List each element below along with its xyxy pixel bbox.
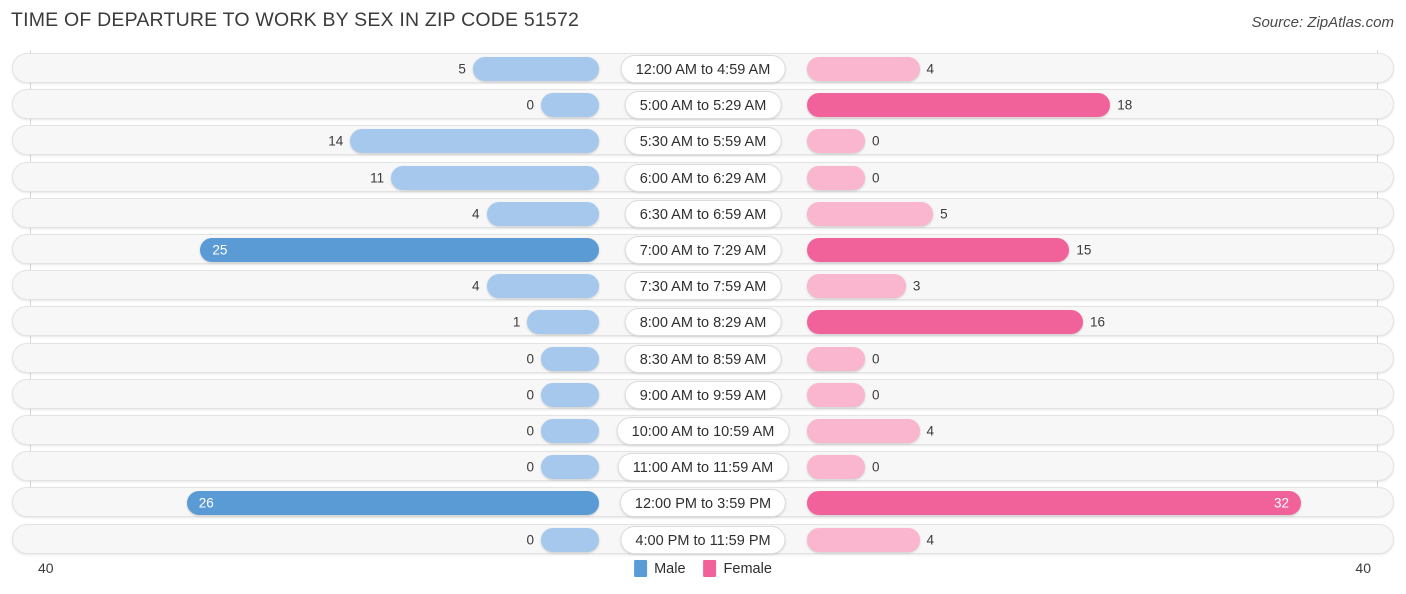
bar-male[interactable]: 11 xyxy=(370,165,599,190)
bar-value-male: 0 xyxy=(526,423,534,439)
bar-value-male: 4 xyxy=(471,206,480,222)
table-row[interactable]: 1 16 8:00 AM to 8:29 AM xyxy=(12,306,1394,337)
legend-label: Female xyxy=(723,560,772,577)
bar-value-female: 0 xyxy=(872,170,880,186)
bar-female[interactable]: 0 xyxy=(807,346,880,371)
bar-value-female: 0 xyxy=(872,133,880,149)
page-title: TIME OF DEPARTURE TO WORK BY SEX IN ZIP … xyxy=(11,9,580,31)
bar-male[interactable]: 0 xyxy=(526,419,599,443)
bar-value-female: 5 xyxy=(940,206,948,222)
bar-value-male: 0 xyxy=(526,351,534,367)
bar-value-male: 5 xyxy=(458,61,466,77)
bar-male[interactable]: 1 xyxy=(513,310,599,335)
bar-value-male: 14 xyxy=(328,133,344,149)
bar-value-female: 4 xyxy=(926,61,935,77)
bar-value-female: 16 xyxy=(1090,314,1106,330)
category-label: 6:00 AM to 6:29 AM xyxy=(624,163,782,192)
table-row[interactable]: 5 4 12:00 AM to 4:59 AM xyxy=(12,53,1394,83)
bar-value-male: 0 xyxy=(526,387,534,403)
bar-value-female: 0 xyxy=(872,387,880,403)
category-label: 7:00 AM to 7:29 AM xyxy=(624,236,782,264)
table-row[interactable]: 0 4 10:00 AM to 10:59 AM xyxy=(12,415,1394,445)
bar-value-male: 26 xyxy=(198,495,214,511)
axis-label-right: 40 xyxy=(1355,560,1371,576)
category-label: 10:00 AM to 10:59 AM xyxy=(616,417,790,445)
bar-value-male: 4 xyxy=(471,278,480,294)
table-row[interactable]: 0 4 4:00 PM to 11:59 PM xyxy=(12,523,1394,554)
table-row[interactable]: 11 0 6:00 AM to 6:29 AM xyxy=(12,161,1394,192)
bar-value-male: 1 xyxy=(512,314,521,330)
bar-female[interactable]: 0 xyxy=(807,455,880,480)
chart-root: TIME OF DEPARTURE TO WORK BY SEX IN ZIP … xyxy=(0,0,1406,594)
bar-female[interactable]: 4 xyxy=(807,419,934,443)
table-row[interactable]: 4 3 7:30 AM to 7:59 AM xyxy=(12,270,1394,301)
bar-value-female: 4 xyxy=(926,423,935,439)
bar-male[interactable]: 14 xyxy=(328,129,599,154)
bar-value-male: 11 xyxy=(370,170,385,186)
table-row[interactable]: 0 0 8:30 AM to 8:59 AM xyxy=(12,342,1394,373)
bar-male[interactable]: 25 xyxy=(200,238,599,262)
bar-female[interactable]: 0 xyxy=(807,165,880,190)
bar-male[interactable]: 0 xyxy=(526,346,599,371)
source-attribution: Source: ZipAtlas.com xyxy=(1251,14,1394,31)
legend-swatch-icon xyxy=(703,560,717,577)
bar-female[interactable]: 16 xyxy=(807,310,1105,335)
bar-value-female: 0 xyxy=(872,459,880,475)
bar-male[interactable]: 4 xyxy=(472,274,599,299)
bar-value-female: 32 xyxy=(1273,495,1289,511)
category-label: 8:00 AM to 8:29 AM xyxy=(624,308,782,337)
category-label: 11:00 AM to 11:59 AM xyxy=(617,453,789,482)
category-label: 8:30 AM to 8:59 AM xyxy=(624,344,782,373)
table-row[interactable]: 0 0 9:00 AM to 9:59 AM xyxy=(12,378,1394,409)
bar-value-female: 3 xyxy=(912,278,921,294)
bar-female[interactable]: 4 xyxy=(807,527,934,552)
bar-value-male: 25 xyxy=(212,242,228,258)
bar-male[interactable]: 5 xyxy=(458,57,599,81)
category-label: 9:00 AM to 9:59 AM xyxy=(624,380,782,409)
bar-female[interactable]: 18 xyxy=(807,93,1132,118)
legend-label: Male xyxy=(654,560,686,577)
category-label: 7:30 AM to 7:59 AM xyxy=(624,272,782,301)
category-label: 5:30 AM to 5:59 AM xyxy=(624,127,782,156)
bar-value-male: 0 xyxy=(526,97,534,113)
bar-value-female: 0 xyxy=(872,351,880,367)
legend-item-female[interactable]: Female xyxy=(703,560,772,577)
table-row[interactable]: 4 5 6:30 AM to 6:59 AM xyxy=(12,197,1394,228)
bar-male[interactable]: 0 xyxy=(526,527,599,552)
table-row[interactable]: 26 32 12:00 PM to 3:59 PM xyxy=(12,487,1394,518)
bar-female[interactable]: 5 xyxy=(807,201,948,226)
bar-value-male: 0 xyxy=(526,532,534,548)
axis-label-left: 40 xyxy=(38,560,54,576)
chart-legend: Male Female xyxy=(634,560,772,577)
category-label: 4:00 PM to 11:59 PM xyxy=(620,525,786,554)
bar-male[interactable]: 0 xyxy=(526,93,599,118)
bar-male[interactable]: 26 xyxy=(186,491,599,516)
bar-female[interactable]: 15 xyxy=(807,238,1091,262)
table-row[interactable]: 25 15 7:00 AM to 7:29 AM xyxy=(12,234,1394,264)
plot-area: 5 4 12:00 AM to 4:59 AM 0 18 5:00 AM to 5:29 … xyxy=(0,50,1406,558)
category-label: 5:00 AM to 5:29 AM xyxy=(624,91,782,120)
table-row[interactable]: 0 18 5:00 AM to 5:29 AM xyxy=(12,89,1394,120)
category-label: 12:00 PM to 3:59 PM xyxy=(619,489,787,518)
bar-female[interactable]: 3 xyxy=(807,274,920,299)
category-label: 6:30 AM to 6:59 AM xyxy=(624,199,782,228)
bar-female[interactable]: 0 xyxy=(807,382,880,407)
legend-item-male[interactable]: Male xyxy=(634,560,686,577)
bar-female[interactable]: 4 xyxy=(807,57,934,81)
bar-value-female: 15 xyxy=(1076,242,1092,258)
legend-swatch-icon xyxy=(634,560,648,577)
table-row[interactable]: 0 0 11:00 AM to 11:59 AM xyxy=(12,451,1394,482)
table-row[interactable]: 14 0 5:30 AM to 5:59 AM xyxy=(12,125,1394,156)
bar-value-female: 4 xyxy=(926,532,935,548)
bar-male[interactable]: 4 xyxy=(472,201,599,226)
category-label: 12:00 AM to 4:59 AM xyxy=(620,55,786,83)
bar-male[interactable]: 0 xyxy=(526,382,599,407)
bar-female[interactable]: 0 xyxy=(807,129,880,154)
bar-value-male: 0 xyxy=(526,459,534,475)
bar-value-female: 18 xyxy=(1117,97,1133,113)
bar-male[interactable]: 0 xyxy=(526,455,599,480)
bar-female[interactable]: 32 xyxy=(807,491,1301,516)
